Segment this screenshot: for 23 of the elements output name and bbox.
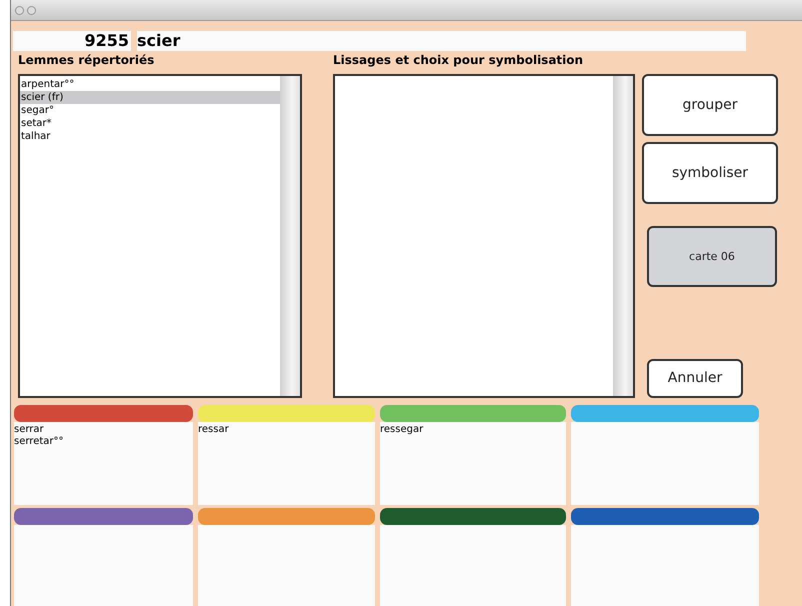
group-item: serretar°°: [14, 436, 65, 448]
action-button[interactable]: Annuler: [647, 358, 743, 398]
action-button[interactable]: symboliser: [642, 142, 778, 204]
list-item[interactable]: segar°: [20, 104, 280, 117]
list-item[interactable]: arpentar°°: [20, 78, 280, 91]
list-heading: Lemmes répertoriés: [18, 53, 156, 69]
lemma-list[interactable]: arpentar°° scier (fr) segar° setar* talhar: [18, 74, 302, 398]
minimize-icon[interactable]: [27, 6, 36, 14]
scrollbar[interactable]: [280, 76, 300, 396]
action-button[interactable]: grouper: [642, 74, 778, 136]
list-item[interactable]: talhar: [20, 130, 280, 143]
list-heading: Lissages et choix pour symbolisation: [333, 53, 584, 69]
list-item[interactable]: setar*: [20, 117, 280, 130]
close-icon[interactable]: [15, 6, 24, 14]
list-item[interactable]: scier (fr): [20, 91, 280, 104]
group-item: serrar: [14, 424, 45, 436]
group-item: ressegar: [380, 424, 424, 436]
smoothing-list[interactable]: [333, 74, 635, 398]
map-button[interactable]: carte 06: [647, 226, 777, 287]
scrollbar[interactable]: [613, 76, 633, 396]
lemma-number: 9255: [13, 31, 131, 51]
lemma-word: scier: [137, 31, 746, 51]
group-item: ressar: [198, 424, 230, 436]
